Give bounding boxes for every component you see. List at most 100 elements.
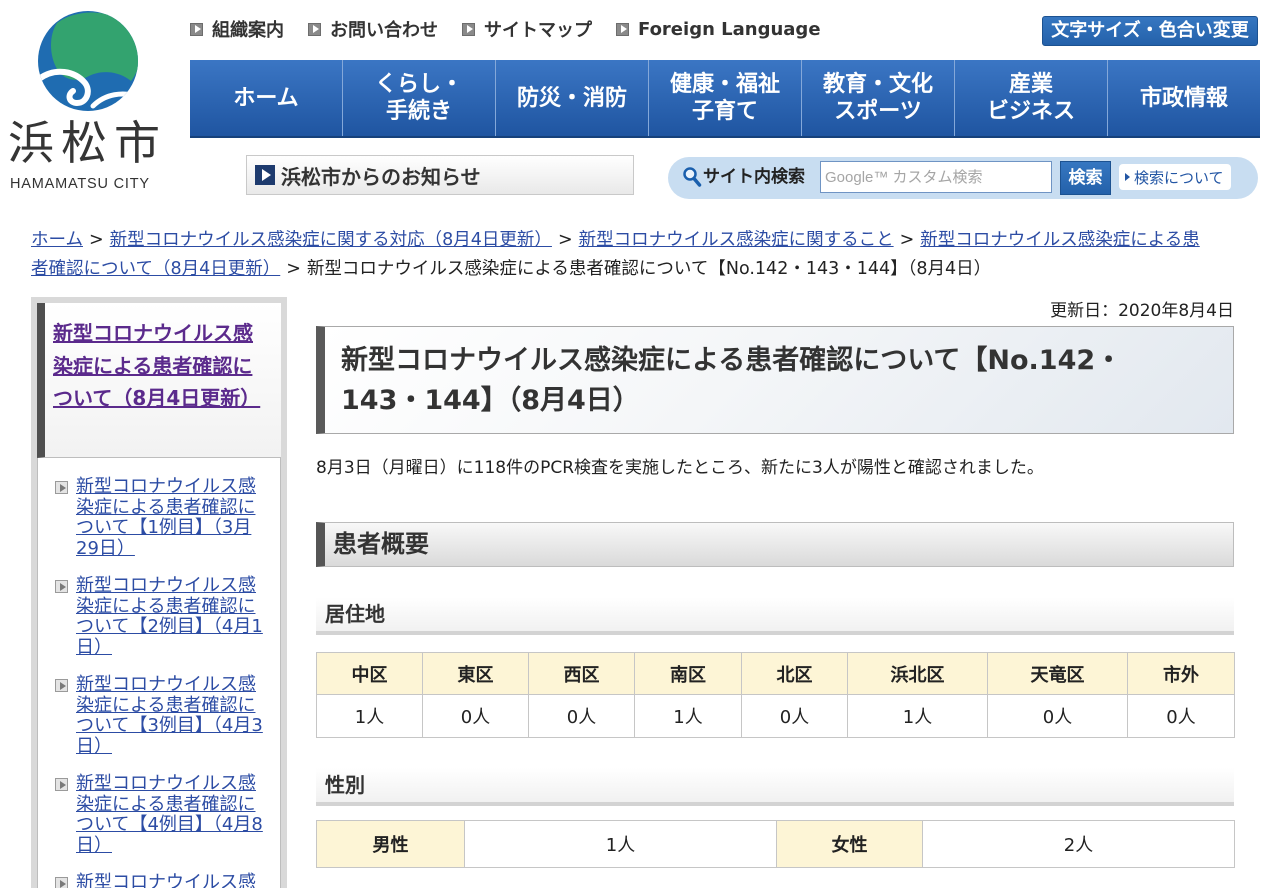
arrow-square-icon xyxy=(55,481,68,494)
city-notices-link[interactable]: 浜松市からのお知らせ xyxy=(246,155,634,195)
main-content: 更新日：2020年8月4日 新型コロナウイルス感染症による患者確認について【No… xyxy=(316,298,1235,868)
sidebar-item: 新型コロナウイルス感染症による患者確認について【4例目】（4月8日） xyxy=(55,773,280,856)
link-label: サイトマップ xyxy=(484,20,592,41)
nav-label: スポーツ xyxy=(834,99,922,124)
breadcrumb-separator: > xyxy=(899,230,915,250)
gender-heading: 性別 xyxy=(316,768,1234,806)
text-size-color-button[interactable]: 文字サイズ・色合い変更 xyxy=(1042,16,1258,46)
link-contact[interactable]: お問い合わせ xyxy=(308,16,438,42)
table-row: 1人 0人 0人 1人 0人 1人 0人 0人 xyxy=(316,694,1235,738)
link-foreign-language[interactable]: Foreign Language xyxy=(616,19,821,40)
search-icon xyxy=(683,167,702,187)
column-header: 西区 xyxy=(528,652,635,695)
sidebar-heading-link[interactable]: 新型コロナウイルス感染症による患者確認について（8月4日更新） xyxy=(53,317,260,415)
column-header: 市外 xyxy=(1127,652,1235,695)
triangle-right-icon xyxy=(1125,173,1130,181)
table-cell: 0人 xyxy=(741,694,848,738)
nav-label: 子育て xyxy=(691,99,758,124)
sidebar-item: 新型コロナウイルス感染症による患者確認について【2例目】（4月1日） xyxy=(55,575,280,658)
nav-label: くらし・ xyxy=(374,72,463,97)
breadcrumb-link-covid-info[interactable]: 新型コロナウイルス感染症に関すること xyxy=(579,230,894,250)
nav-label: 防災・消防 xyxy=(516,85,627,111)
sidebar-item-link[interactable]: 新型コロナウイルス感染症による患者確認について【3例目】（4月3日） xyxy=(76,674,266,757)
column-header: 東区 xyxy=(422,652,529,695)
column-header: 北区 xyxy=(741,652,848,695)
residence-table: 中区 東区 西区 南区 北区 浜北区 天竜区 市外 1人 0人 0人 1人 0人… xyxy=(316,652,1235,738)
table-header-row: 中区 東区 西区 南区 北区 浜北区 天竜区 市外 xyxy=(316,652,1235,695)
arrow-square-icon xyxy=(55,877,68,888)
table-cell: 2人 xyxy=(922,820,1235,868)
arrow-square-icon xyxy=(255,165,275,185)
arrow-square-icon xyxy=(55,580,68,593)
intro-text: 8月3日（月曜日）に118件のPCR検査を実施したところ、新たに3人が陽性と確認… xyxy=(316,458,1044,478)
sidebar-item: 新型コロナウイルス感 xyxy=(55,872,280,888)
page-title: 新型コロナウイルス感染症による患者確認について【No.142・143・144】（… xyxy=(316,326,1234,434)
sidebar-list: 新型コロナウイルス感染症による患者確認について【1例目】（3月29日） 新型コロ… xyxy=(37,458,281,888)
nav-label: 手続き xyxy=(385,99,452,124)
sidebar-item-link[interactable]: 新型コロナウイルス感 xyxy=(76,872,266,888)
notice-label: 浜松市からのお知らせ xyxy=(281,164,481,189)
column-header: 天竜区 xyxy=(987,652,1128,695)
global-nav: ホーム くらし・ 手続き 防災・消防 健康・福祉 子育て 教育・文化 スポーツ … xyxy=(190,60,1260,138)
gender-table: 男性 1人 女性 2人 xyxy=(316,820,1235,868)
breadcrumb-separator: > xyxy=(88,230,104,250)
residence-heading: 居住地 xyxy=(316,597,1234,635)
sidebar-item-link[interactable]: 新型コロナウイルス感染症による患者確認について【4例目】（4月8日） xyxy=(76,773,266,856)
search-button[interactable]: 検索 xyxy=(1060,161,1111,195)
nav-label: 健康・福祉 xyxy=(669,72,780,97)
arrow-square-icon xyxy=(55,778,68,791)
site-search: サイト内検索 検索 検索について xyxy=(668,157,1258,199)
link-organization[interactable]: 組織案内 xyxy=(190,16,284,42)
logo-wordmark: 浜松市 xyxy=(8,116,167,170)
nav-label: ビジネス xyxy=(986,99,1075,124)
sidebar-item: 新型コロナウイルス感染症による患者確認について【3例目】（4月3日） xyxy=(55,674,280,757)
arrow-square-icon xyxy=(308,22,321,36)
utility-links: 組織案内 お問い合わせ サイトマップ Foreign Language xyxy=(190,16,845,42)
breadcrumb-link-covid-response[interactable]: 新型コロナウイルス感染症に関する対応（8月4日更新） xyxy=(110,230,552,250)
table-cell: 0人 xyxy=(987,694,1128,738)
arrow-square-icon xyxy=(462,22,475,36)
sidebar: 新型コロナウイルス感染症による患者確認について（8月4日更新） 新型コロナウイル… xyxy=(31,297,287,888)
column-header: 南区 xyxy=(634,652,742,695)
nav-home[interactable]: ホーム xyxy=(190,60,343,136)
breadcrumb-separator: > xyxy=(557,230,573,250)
breadcrumb-link-home[interactable]: ホーム xyxy=(31,230,83,250)
table-cell: 0人 xyxy=(422,694,529,738)
nav-label: 市政情報 xyxy=(1139,85,1228,111)
breadcrumb-current: 新型コロナウイルス感染症による患者確認について【No.142・143・144】（… xyxy=(306,259,992,279)
column-header: 浜北区 xyxy=(847,652,988,695)
table-cell: 1人 xyxy=(847,694,988,738)
table-cell: 0人 xyxy=(528,694,635,738)
search-help-link[interactable]: 検索について xyxy=(1119,164,1231,190)
nav-label: 教育・文化 xyxy=(822,72,933,97)
link-label: お問い合わせ xyxy=(330,20,438,41)
site-logo[interactable]: 浜松市 HAMAMATSU CITY xyxy=(0,0,180,200)
nav-education-culture-sports[interactable]: 教育・文化 スポーツ xyxy=(802,60,955,136)
nav-industry-business[interactable]: 産業 ビジネス xyxy=(955,60,1108,136)
logo-subtitle: HAMAMATSU CITY xyxy=(10,176,150,192)
table-cell: 1人 xyxy=(316,694,423,738)
arrow-square-icon xyxy=(616,22,629,36)
column-header: 中区 xyxy=(316,652,423,695)
city-emblem-icon xyxy=(38,11,138,111)
nav-living-procedures[interactable]: くらし・ 手続き xyxy=(343,60,496,136)
nav-disaster-fire[interactable]: 防災・消防 xyxy=(496,60,649,136)
link-label: 組織案内 xyxy=(212,20,284,41)
search-help-label: 検索について xyxy=(1134,168,1224,187)
row-header: 女性 xyxy=(776,820,923,868)
link-label: Foreign Language xyxy=(638,18,821,40)
search-label: サイト内検索 xyxy=(703,167,805,187)
nav-health-welfare-childcare[interactable]: 健康・福祉 子育て xyxy=(649,60,802,136)
breadcrumb-separator: > xyxy=(286,259,301,279)
row-header: 男性 xyxy=(316,820,465,868)
table-cell: 1人 xyxy=(464,820,777,868)
nav-city-administration[interactable]: 市政情報 xyxy=(1108,60,1260,136)
link-sitemap[interactable]: サイトマップ xyxy=(462,16,592,42)
table-cell: 1人 xyxy=(634,694,742,738)
search-input[interactable] xyxy=(820,161,1052,193)
section-title: 患者概要 xyxy=(316,522,1234,567)
sidebar-item-link[interactable]: 新型コロナウイルス感染症による患者確認について【1例目】（3月29日） xyxy=(76,476,266,559)
updated-date: 更新日：2020年8月4日 xyxy=(1050,301,1234,321)
sidebar-item-link[interactable]: 新型コロナウイルス感染症による患者確認について【2例目】（4月1日） xyxy=(76,575,266,658)
sidebar-item: 新型コロナウイルス感染症による患者確認について【1例目】（3月29日） xyxy=(55,476,280,559)
